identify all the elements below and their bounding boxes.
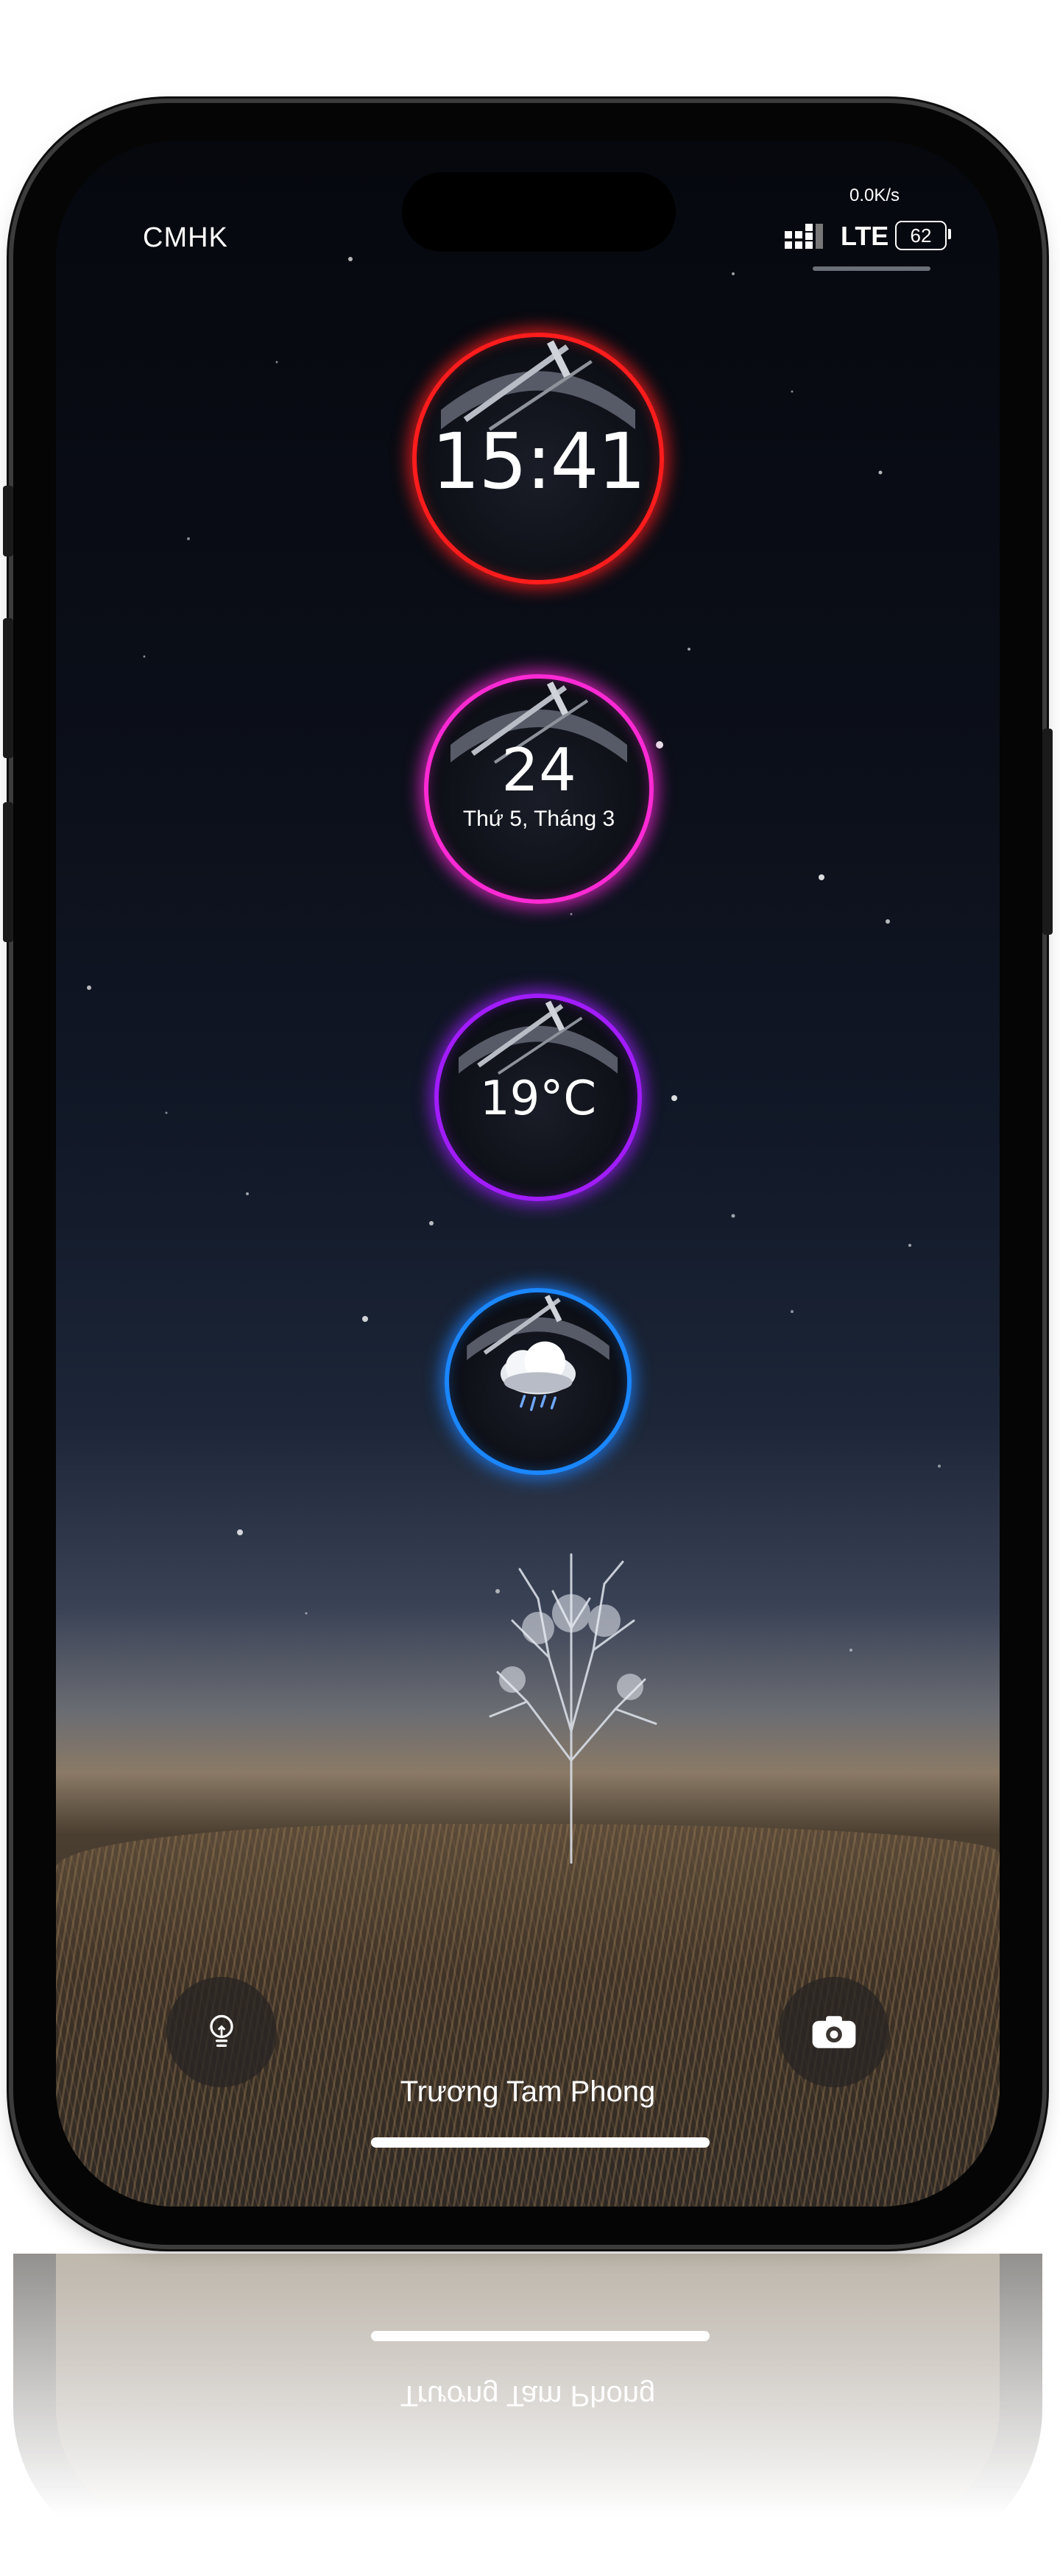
cloud-rain-icon [500,1341,576,1412]
network-speed: 0.0K/s [849,185,900,205]
time-widget[interactable]: 15:41 [412,333,664,584]
battery-nub [948,229,951,239]
temperature-value: 19°C [479,1072,597,1126]
reflection-owner-name: Trương Tam Phong [400,2379,656,2412]
phone-frame: CMHK 0.0K/s LTE 62 15:41 24 Thứ 5, Tháng… [3,103,1053,2245]
lock-screen: CMHK 0.0K/s LTE 62 15:41 24 Thứ 5, Tháng… [56,141,1000,2207]
time-value: 15:41 [431,417,646,506]
temperature-widget[interactable]: 19°C [434,994,642,1201]
owner-name: Trương Tam Phong [400,2076,656,2108]
flashlight-icon [210,2014,233,2047]
camera-button[interactable] [779,1977,889,2087]
carrier-label: CMHK [143,222,228,253]
cellular-signal-icon [785,224,823,249]
home-indicator[interactable] [371,2137,710,2148]
flashlight-button[interactable] [166,1977,277,2087]
volume-up-button [3,618,13,758]
control-center-handle[interactable] [813,266,930,271]
phone-reflection: Trương Tam Phong [13,2254,1042,2563]
frosted-tree [489,1553,657,1864]
date-widget[interactable]: 24 Thứ 5, Tháng 3 [424,674,654,904]
power-button [1042,729,1053,935]
battery-level: 62 [910,224,932,247]
weather-widget[interactable] [445,1288,632,1475]
dynamic-island [402,172,676,252]
volume-down-button [3,802,13,942]
date-label: Thứ 5, Tháng 3 [462,807,615,831]
battery-icon: 62 [895,221,947,250]
action-button [3,486,13,556]
camera-icon [812,2016,856,2048]
date-day: 24 [501,736,576,804]
reflection-home-indicator [371,2331,710,2341]
network-type: LTE [841,221,889,251]
